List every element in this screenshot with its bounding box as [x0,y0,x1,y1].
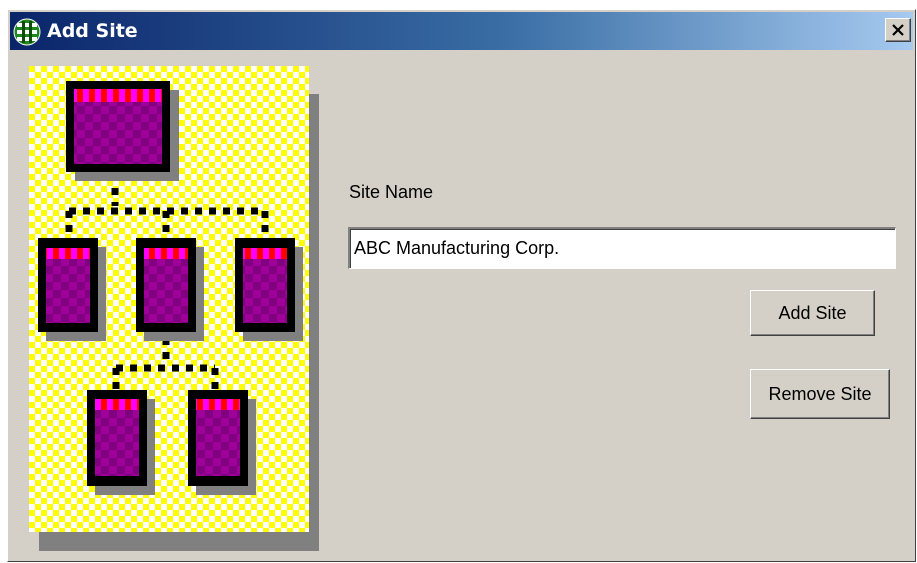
site-name-label: Site Name [349,182,434,202]
root-node [66,81,179,181]
remove-site-button[interactable]: Remove Site [750,369,890,419]
close-icon [892,24,904,36]
site-hierarchy-icon [29,66,319,551]
title-bar[interactable]: Add Site [10,12,913,50]
add-site-button[interactable]: Add Site [750,290,875,336]
globe-network-icon [13,18,41,46]
add-site-dialog: Add Site Site Name ABC Manufacturing Cor… [7,9,916,562]
site-name-input[interactable] [348,227,896,269]
close-button[interactable] [885,18,911,42]
window-title: Add Site [47,20,138,42]
